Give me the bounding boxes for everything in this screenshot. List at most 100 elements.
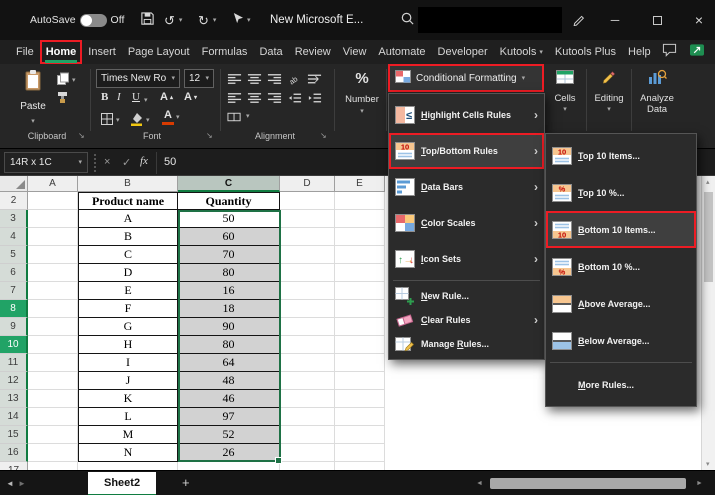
tab-file[interactable]: File: [10, 40, 40, 64]
row-header-12[interactable]: 12: [0, 372, 28, 390]
cell-E10[interactable]: [335, 336, 385, 354]
cell-C8[interactable]: 18: [178, 300, 280, 318]
cell-D2[interactable]: [280, 192, 335, 210]
search-button[interactable]: [400, 0, 415, 40]
cell-B7[interactable]: E: [78, 282, 178, 300]
cell-D11[interactable]: [280, 354, 335, 372]
ink-button[interactable]: [572, 0, 586, 40]
cell-A17[interactable]: [28, 462, 78, 470]
row-header-14[interactable]: 14: [0, 408, 28, 426]
select-all-button[interactable]: [0, 176, 28, 192]
cell-B9[interactable]: G: [78, 318, 178, 336]
tab-help[interactable]: Help: [622, 40, 657, 64]
row-header-2[interactable]: 2: [0, 192, 28, 210]
cell-E17[interactable]: [335, 462, 385, 470]
cell-D17[interactable]: [280, 462, 335, 470]
row-header-10[interactable]: 10: [0, 336, 28, 354]
cell-A15[interactable]: [28, 426, 78, 444]
cell-D13[interactable]: [280, 390, 335, 408]
cell-D15[interactable]: [280, 426, 335, 444]
cell-A5[interactable]: [28, 246, 78, 264]
cell-D14[interactable]: [280, 408, 335, 426]
cell-B3[interactable]: A: [78, 210, 178, 228]
cell-C14[interactable]: 97: [178, 408, 280, 426]
cell-B14[interactable]: L: [78, 408, 178, 426]
row-header-7[interactable]: 7: [0, 282, 28, 300]
menu-item-bottom-10[interactable]: %Bottom 10 %...: [546, 248, 696, 285]
menu-item-highlight-cells-rules[interactable]: ≤Highlight Cells Rules›: [389, 97, 544, 133]
orient-icon[interactable]: ab: [286, 73, 303, 85]
menu-item-below-average[interactable]: Below Average...: [546, 322, 696, 359]
row-header-16[interactable]: 16: [0, 444, 28, 462]
cell-C17[interactable]: [178, 462, 280, 470]
underline-button[interactable]: U: [132, 91, 140, 103]
insert-function-icon[interactable]: fx: [140, 155, 148, 167]
comment-icon[interactable]: [662, 43, 677, 62]
prev-sheet-icon[interactable]: ◄: [6, 479, 14, 488]
cell-E12[interactable]: [335, 372, 385, 390]
share-icon[interactable]: [689, 43, 705, 62]
cell-D7[interactable]: [280, 282, 335, 300]
tab-data[interactable]: Data: [253, 40, 288, 64]
al-bot-icon[interactable]: [266, 73, 283, 85]
minimize-button[interactable]: ─: [600, 0, 630, 40]
cell-C11[interactable]: 64: [178, 354, 280, 372]
menu-item-bottom-10-items[interactable]: 10Bottom 10 Items...: [546, 211, 696, 248]
menu-item-color-scales[interactable]: Color Scales›: [389, 205, 544, 241]
cell-E2[interactable]: [335, 192, 385, 210]
al-left-icon[interactable]: [226, 92, 243, 104]
ind-inc-icon[interactable]: [306, 92, 323, 104]
cell-A6[interactable]: [28, 264, 78, 282]
cell-B13[interactable]: K: [78, 390, 178, 408]
menu-item-top-10[interactable]: %Top 10 %...: [546, 174, 696, 211]
decrease-font-size-button[interactable]: A▾: [184, 91, 197, 103]
namebox-splitter[interactable]: [94, 154, 96, 172]
tab-automate[interactable]: Automate: [372, 40, 431, 64]
row-header-6[interactable]: 6: [0, 264, 28, 282]
cell-B11[interactable]: I: [78, 354, 178, 372]
analyze-data-button[interactable]: Analyze Data: [634, 66, 680, 115]
cell-D10[interactable]: [280, 336, 335, 354]
row-header-4[interactable]: 4: [0, 228, 28, 246]
column-header-d[interactable]: D: [280, 176, 335, 192]
autosave-control[interactable]: AutoSave Off: [30, 0, 124, 40]
close-button[interactable]: ×: [684, 0, 714, 40]
wrap-icon[interactable]: [306, 73, 323, 85]
menu-item-manage-rules[interactable]: Manage Rules...: [389, 332, 544, 356]
number-format-group[interactable]: % Number ▾: [338, 66, 386, 115]
cell-A14[interactable]: [28, 408, 78, 426]
save-button[interactable]: [140, 0, 155, 40]
cell-D5[interactable]: [280, 246, 335, 264]
next-sheet-icon[interactable]: ►: [18, 479, 26, 488]
menu-item-clear-rules[interactable]: Clear Rules›: [389, 308, 544, 332]
cell-B4[interactable]: B: [78, 228, 178, 246]
undo-button[interactable]: ↺▾: [164, 0, 182, 40]
fill-handle[interactable]: [275, 457, 282, 464]
cell-A4[interactable]: [28, 228, 78, 246]
cell-E14[interactable]: [335, 408, 385, 426]
sheet-tab-sheet2[interactable]: Sheet2: [88, 472, 156, 495]
cell-A7[interactable]: [28, 282, 78, 300]
cell-A11[interactable]: [28, 354, 78, 372]
enter-icon[interactable]: ✓: [122, 156, 131, 169]
cell-E15[interactable]: [335, 426, 385, 444]
cell-D4[interactable]: [280, 228, 335, 246]
cell-B2[interactable]: Product name: [78, 192, 178, 210]
column-header-a[interactable]: A: [28, 176, 78, 192]
row-header-5[interactable]: 5: [0, 246, 28, 264]
italic-button[interactable]: I: [117, 91, 121, 103]
tab-page-layout[interactable]: Page Layout: [122, 40, 196, 64]
cell-C7[interactable]: 16: [178, 282, 280, 300]
touch-mode-button[interactable]: ▾: [232, 0, 251, 40]
cell-E11[interactable]: [335, 354, 385, 372]
underline-options-icon[interactable]: ▾: [144, 97, 148, 104]
cell-A9[interactable]: [28, 318, 78, 336]
row-header-8[interactable]: 8: [0, 300, 28, 318]
row-header-17[interactable]: 17: [0, 462, 28, 470]
cell-E4[interactable]: [335, 228, 385, 246]
editing-group-button[interactable]: Editing ▾: [589, 66, 629, 113]
cell-E13[interactable]: [335, 390, 385, 408]
cell-D12[interactable]: [280, 372, 335, 390]
cell-C5[interactable]: 70: [178, 246, 280, 264]
alignment-dialog-launcher-icon[interactable]: ↘: [320, 131, 327, 140]
